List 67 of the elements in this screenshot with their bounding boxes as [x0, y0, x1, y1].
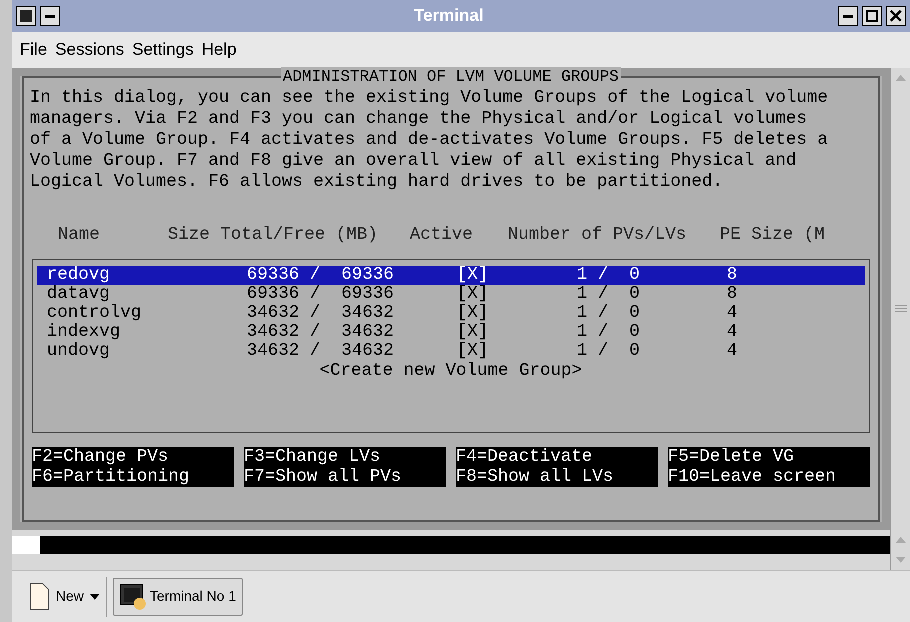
menu-item[interactable]: Settings	[132, 37, 194, 63]
table-cell: 4	[727, 322, 738, 342]
table-cell: undovg	[47, 341, 110, 361]
table-cell: 8	[727, 284, 738, 304]
maximize-icon[interactable]	[862, 6, 882, 26]
window-title: Terminal	[414, 5, 484, 28]
volume-group-row[interactable]: undovg 34632 / 34632 [X] 1 / 0 4	[37, 342, 865, 361]
function-key-hint[interactable]: F8=Show all LVs	[456, 467, 658, 487]
table-cell: controlvg	[47, 303, 142, 323]
volume-group-row[interactable]: redovg 69336 / 69336 [X] 1 / 0 8	[37, 266, 865, 285]
description-line: In this dialog, you can see the existing Volume Groups of the Logical volume	[30, 88, 830, 109]
menu-item[interactable]: Help	[202, 37, 237, 63]
table-cell: 69336 / 69336	[247, 284, 394, 304]
table-cell: 4	[727, 341, 738, 361]
table-cell: indexvg	[47, 322, 121, 342]
column-header: Active	[410, 224, 474, 244]
menu-item[interactable]: Sessions	[55, 37, 124, 63]
function-key-hint[interactable]: F10=Leave screen	[668, 467, 870, 487]
description-line: of a Volume Group. F4 activates and de-activates Volume Groups. F5 deletes a	[30, 130, 830, 151]
pin-icon[interactable]	[40, 6, 60, 26]
column-header: Size Total/Free (MB)	[168, 224, 378, 244]
table-cell: [X]	[457, 303, 489, 323]
description-line: managers. Via F2 and F3 you can change the Physical and/or Logical volumes	[30, 109, 808, 130]
table-cell: [X]	[457, 322, 489, 342]
table-cell: 1 / 0	[577, 341, 640, 361]
volume-group-row[interactable]: datavg 69336 / 69336 [X] 1 / 0 8	[37, 285, 865, 304]
input-line-margin	[12, 536, 40, 554]
minimize-icon[interactable]	[838, 6, 858, 26]
column-header: Name	[58, 224, 100, 244]
description-line: Volume Group. F7 and F8 give an overall view of all existing Physical and	[30, 151, 798, 172]
description-line: Logical Volumes. F6 allows existing hard drives to be partitioned.	[30, 172, 724, 193]
close-icon[interactable]	[886, 6, 906, 26]
table-cell: [X]	[457, 265, 489, 285]
table-cell: [X]	[457, 284, 489, 304]
table-cell: datavg	[47, 284, 110, 304]
function-key-hint[interactable]: F6=Partitioning	[32, 467, 234, 487]
function-key-hint[interactable]: F4=Deactivate	[456, 447, 658, 467]
column-header: PE Size (M	[720, 224, 826, 244]
table-cell: 8	[727, 265, 738, 285]
session-tab[interactable]: Terminal No 1	[113, 578, 244, 616]
volume-group-row[interactable]: controlvg 34632 / 34632 [X] 1 / 0 4	[37, 304, 865, 323]
terminal-icon	[120, 584, 148, 610]
scrollbar[interactable]	[890, 68, 910, 570]
caret-icon	[90, 594, 100, 600]
table-cell: redovg	[47, 265, 110, 285]
menu-item[interactable]: File	[20, 37, 48, 63]
table-cell: 69336 / 69336	[247, 265, 394, 285]
function-key-hint[interactable]: F3=Change LVs	[244, 447, 446, 467]
table-cell: 34632 / 34632	[247, 303, 394, 323]
function-key-hint[interactable]: F7=Show all PVs	[244, 467, 446, 487]
table-cell: 1 / 0	[577, 265, 640, 285]
window-menu-icon[interactable]	[16, 6, 36, 26]
table-cell: 1 / 0	[577, 322, 640, 342]
create-volume-group-link[interactable]: <Create new Volume Group>	[320, 361, 582, 382]
scroll-grip-icon[interactable]	[894, 304, 908, 314]
table-cell: 1 / 0	[577, 284, 640, 304]
new-session-button[interactable]: New	[26, 576, 108, 616]
function-key-hint[interactable]: F5=Delete VG	[668, 447, 870, 467]
volume-group-row[interactable]: indexvg 34632 / 34632 [X] 1 / 0 4	[37, 323, 865, 342]
table-cell: 34632 / 34632	[247, 341, 394, 361]
table-cell: [X]	[457, 341, 489, 361]
table-cell: 4	[727, 303, 738, 323]
table-cell: 34632 / 34632	[247, 322, 394, 342]
table-cell: 1 / 0	[577, 303, 640, 323]
function-key-hint[interactable]: F2=Change PVs	[32, 447, 234, 467]
column-header: Number of PVs/LVs	[508, 224, 687, 244]
document-icon	[30, 582, 50, 610]
